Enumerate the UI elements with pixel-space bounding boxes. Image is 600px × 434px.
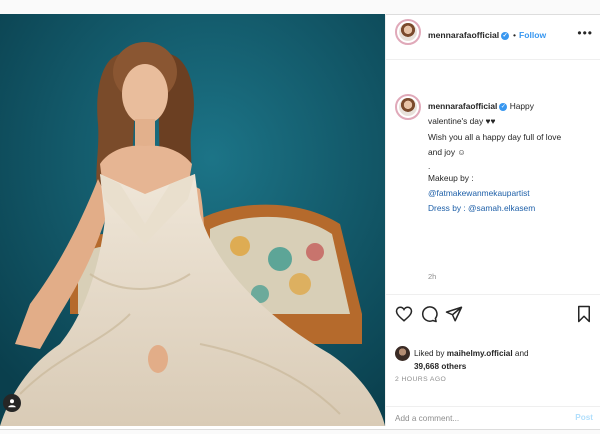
dress-designer-mention[interactable]: Dress by : @samah.elkasem (428, 201, 593, 216)
caption-username[interactable]: mennarafaofficial (428, 101, 497, 111)
liker-avatar[interactable] (395, 346, 410, 361)
post-photo[interactable] (0, 14, 385, 426)
username-text[interactable]: mennarafaofficial (428, 30, 499, 40)
caption: mennarafaofficial ✓ Happy valentine's day… (386, 61, 600, 301)
share-icon[interactable] (445, 305, 463, 323)
caption-line: valentine's day ♥♥ (428, 116, 496, 127)
caption-verified-icon: ✓ (499, 102, 508, 111)
comment-box: Post (386, 406, 600, 426)
caption-text: mennarafaofficial ✓ Happy valentine's day… (428, 99, 593, 217)
comment-input[interactable] (395, 411, 555, 425)
caption-line: Happy (509, 101, 534, 111)
likes-others[interactable]: 39,668 others (414, 362, 466, 371)
caption-line: Makeup by : (428, 172, 474, 183)
more-options-icon[interactable]: ••• (577, 26, 593, 40)
likes-prefix: Liked by (414, 349, 445, 358)
separator-dot: • (513, 30, 517, 40)
username[interactable]: mennarafaofficial ✓ (428, 30, 510, 40)
likes-summary: Liked by maihelmy.official and 39,668 ot… (386, 332, 600, 372)
avatar[interactable] (395, 19, 421, 45)
post-header: mennarafaofficial ✓ • Follow ••• (386, 14, 600, 60)
comment-icon[interactable] (420, 305, 438, 323)
caption-time[interactable]: 2h (428, 272, 436, 281)
caption-avatar[interactable] (395, 94, 421, 120)
verified-badge-icon: ✓ (501, 31, 510, 40)
caption-line: Wish you all a happy day full of love (428, 131, 562, 142)
post-details-panel: mennarafaofficial ✓ • Follow ••• mennaraf… (385, 14, 600, 426)
caption-line: and joy ☺ (428, 147, 466, 158)
makeup-artist-mention[interactable]: @fatmakewanmekaupartist (428, 186, 593, 201)
likes-connector: and (514, 349, 529, 358)
post-comment-button[interactable]: Post (575, 413, 593, 422)
liker-username[interactable]: maihelmy.official (447, 349, 513, 358)
user-tag-icon[interactable] (3, 394, 21, 412)
action-bar (386, 294, 600, 330)
caption-line: . (428, 160, 431, 171)
photo-illustration (0, 14, 385, 426)
bookmark-icon[interactable] (575, 305, 593, 323)
post-date[interactable]: 2 HOURS AGO (395, 376, 446, 383)
heart-icon[interactable] (395, 305, 413, 323)
follow-button[interactable]: Follow (519, 30, 546, 40)
likes-text: Liked by maihelmy.official and 39,668 ot… (414, 347, 529, 373)
